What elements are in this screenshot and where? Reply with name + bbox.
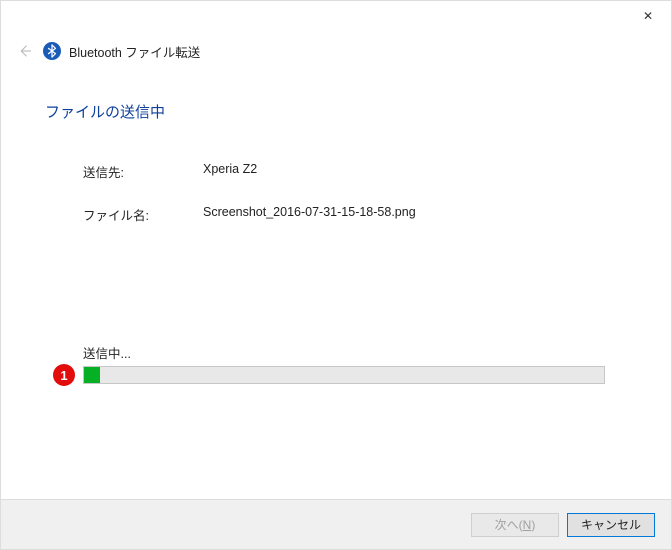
destination-row: 送信先: Xperia Z2: [83, 162, 671, 181]
annotation-badge: 1: [53, 364, 75, 386]
cancel-button[interactable]: キャンセル: [567, 513, 655, 537]
next-button-key: N: [523, 518, 532, 532]
bluetooth-icon: [43, 42, 61, 60]
progress-section: 送信中... 1: [83, 343, 613, 384]
progressbar: [83, 366, 605, 384]
next-button-suffix: ): [531, 518, 535, 532]
content-area: 送信先: Xperia Z2 ファイル名: Screenshot_2016-07…: [1, 122, 671, 224]
destination-label: 送信先:: [83, 162, 203, 181]
filename-value: Screenshot_2016-07-31-15-18-58.png: [203, 205, 416, 224]
next-button: 次へ(N): [471, 513, 559, 537]
filename-label: ファイル名:: [83, 205, 203, 224]
close-button[interactable]: ✕: [625, 1, 671, 31]
filename-row: ファイル名: Screenshot_2016-07-31-15-18-58.pn…: [83, 205, 671, 224]
next-button-prefix: 次へ(: [495, 516, 523, 533]
page-title: ファイルの送信中: [1, 61, 671, 122]
destination-value: Xperia Z2: [203, 162, 257, 181]
footer: 次へ(N) キャンセル: [1, 499, 671, 549]
titlebar: ✕: [1, 1, 671, 35]
window-header: Bluetooth ファイル転送: [1, 35, 671, 61]
back-arrow-icon: [15, 41, 35, 61]
progress-fill: [84, 367, 100, 383]
progress-label: 送信中...: [83, 343, 613, 362]
progress-wrap: 1: [83, 366, 613, 384]
window-title: Bluetooth ファイル転送: [69, 42, 200, 61]
